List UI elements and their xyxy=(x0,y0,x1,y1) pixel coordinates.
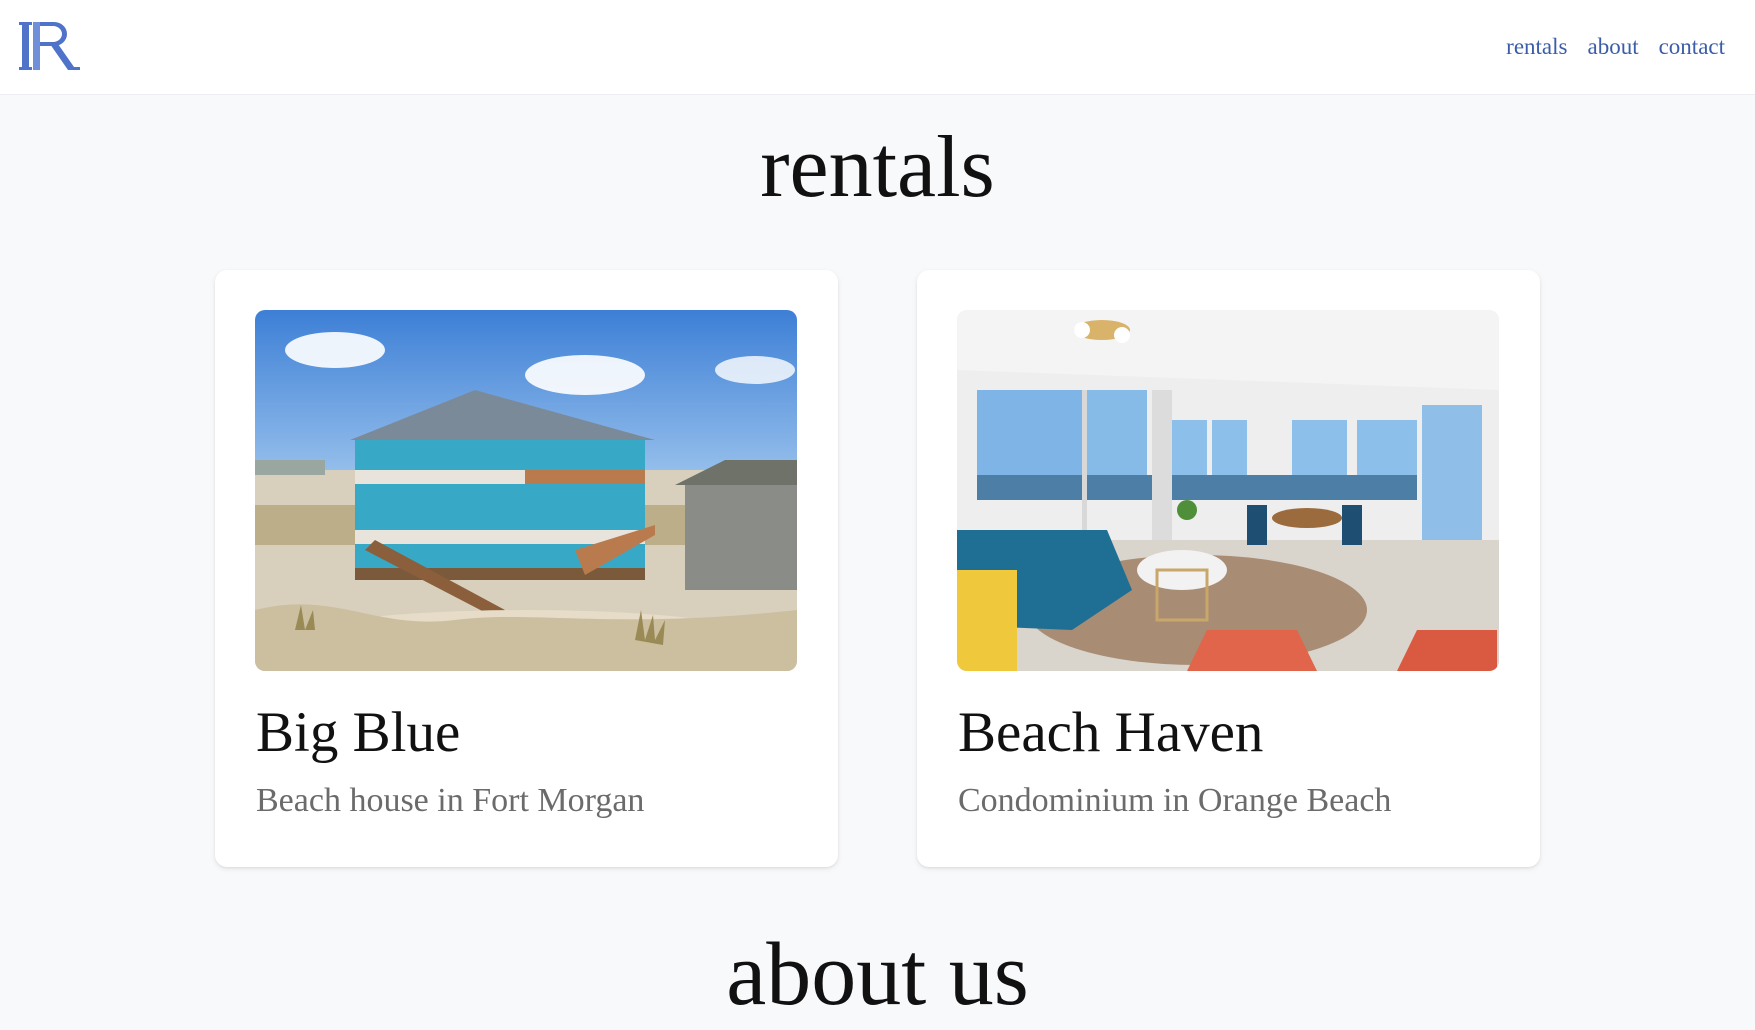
rental-name: Beach Haven xyxy=(958,701,1264,764)
main-nav: rentals about contact xyxy=(1506,34,1725,60)
nav-contact-link[interactable]: contact xyxy=(1659,34,1725,60)
rental-card-big-blue[interactable]: Big Blue Beach house in Fort Morgan xyxy=(215,270,838,867)
nav-about-link[interactable]: about xyxy=(1587,34,1638,60)
rental-name: Big Blue xyxy=(256,701,461,764)
site-header: rentals about contact xyxy=(0,0,1755,95)
nav-rentals-link[interactable]: rentals xyxy=(1506,34,1567,60)
rental-card-beach-haven[interactable]: Beach Haven Condominium in Orange Beach xyxy=(917,270,1540,867)
rental-description: Condominium in Orange Beach xyxy=(958,782,1392,819)
rr-logo[interactable] xyxy=(19,20,83,73)
rental-description: Beach house in Fort Morgan xyxy=(256,782,645,819)
beach-house-photo xyxy=(255,310,797,671)
rentals-heading: rentals xyxy=(760,119,995,216)
condo-living-room-photo xyxy=(957,310,1499,671)
about-heading: about us xyxy=(726,925,1029,1024)
